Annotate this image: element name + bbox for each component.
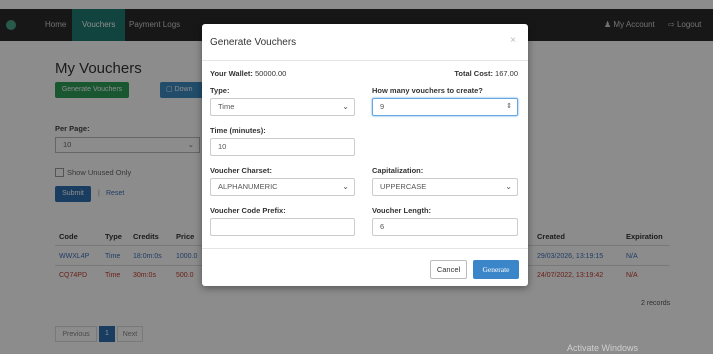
time-label: Time (minutes): [210,126,266,135]
charset-select[interactable]: ALPHANUMERIC ⌄ [210,178,355,196]
type-value: Time [218,102,235,111]
chevron-down-icon: ⌄ [505,182,512,191]
wallet-info: Your Wallet: 50000.00 [210,69,286,78]
type-label: Type: [210,86,230,95]
generate-button[interactable]: Generate [473,260,519,279]
modal-footer-divider [202,248,528,249]
count-stepper[interactable]: 9 ⇕ [372,98,518,116]
cancel-button[interactable]: Cancel [430,260,467,279]
charset-label: Voucher Charset: [210,166,272,175]
stepper-arrows-icon[interactable]: ⇕ [506,99,512,115]
prefix-label: Voucher Code Prefix: [210,206,286,215]
windows-watermark: Activate Windows [567,343,639,353]
caps-value: UPPERCASE [380,182,427,191]
total-cost-label: Total Cost: [454,69,493,78]
length-input[interactable]: 6 [372,218,518,236]
chevron-down-icon: ⌄ [342,102,349,111]
time-value: 10 [218,142,227,151]
type-select[interactable]: Time ⌄ [210,98,355,116]
wallet-value: 50000.00 [255,69,287,78]
time-minutes-input[interactable]: 10 [210,138,355,156]
count-value: 9 [380,102,385,111]
charset-value: ALPHANUMERIC [218,182,278,191]
generate-vouchers-modal: Generate Vouchers × Your Wallet: 50000.0… [202,24,528,286]
modal-title: Generate Vouchers [210,37,297,48]
chevron-down-icon: ⌄ [342,182,349,191]
modal-header-divider [202,60,528,61]
length-label: Voucher Length: [372,206,432,215]
wallet-label: Your Wallet: [210,69,253,78]
total-cost-value: 167.00 [495,69,518,78]
length-value: 6 [380,222,385,231]
prefix-input[interactable] [210,218,355,236]
count-label: How many vouchers to create? [372,86,483,95]
capitalization-select[interactable]: UPPERCASE ⌄ [372,178,518,196]
close-icon[interactable]: × [510,35,516,46]
caps-label: Capitalization: [372,166,424,175]
total-cost-info: Total Cost: 167.00 [454,69,518,78]
